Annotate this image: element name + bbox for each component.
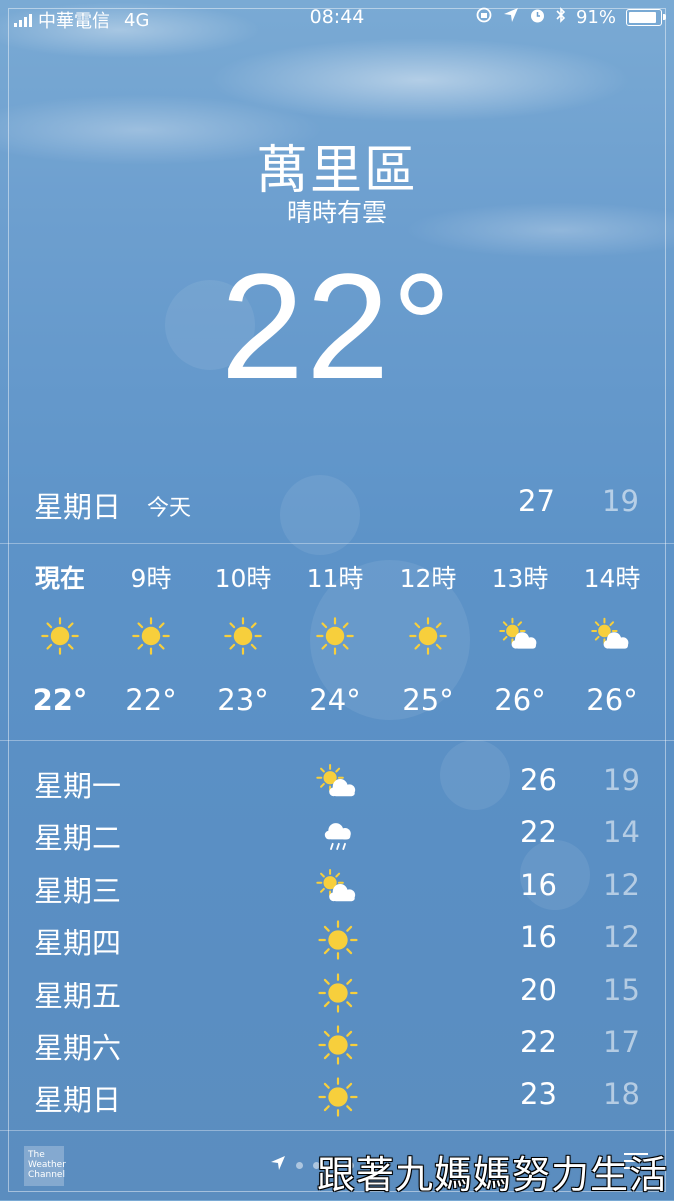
hour-temperature: 25° (402, 683, 454, 717)
day-high: 26 (520, 763, 557, 797)
day-low: 18 (603, 1077, 640, 1112)
battery-percent: 91% (575, 7, 616, 28)
today-day: 星期日 (34, 490, 122, 524)
daily-row: 星期日 23 18 (0, 1069, 674, 1121)
day-name: 星期一 (34, 769, 122, 803)
city-name: 萬里區 (255, 141, 418, 201)
partly-cloudy-icon (316, 761, 360, 801)
sun-icon (289, 615, 381, 655)
day-high: 16 (520, 867, 557, 902)
daily-row: 星期二 22 14 (0, 807, 674, 859)
divider (0, 740, 674, 741)
day-name: 星期六 (34, 1030, 122, 1065)
day-name: 星期日 (34, 1083, 122, 1118)
day-high: 23 (520, 1077, 557, 1112)
sun-icon (105, 615, 197, 655)
day-name: 星期三 (34, 873, 122, 908)
current-temperature: 22° (220, 242, 454, 410)
hourly-forecast[interactable]: 現在 22° 9時 22° 10時 23° 11時 24° 12時 25° 13時 26°… (0, 545, 674, 740)
today-low: 19 (602, 484, 639, 518)
bluetooth-icon (556, 6, 566, 29)
sun-icon (316, 971, 360, 1013)
status-right: 91% (475, 6, 666, 29)
hour-temperature: 22° (32, 683, 88, 717)
alarm-icon (529, 7, 546, 29)
partly-cloudy-icon (474, 615, 566, 655)
daily-forecast[interactable]: 星期一 26 19 星期二 22 14 星期三 16 12 星期四 16 12 星期五 … (0, 755, 674, 1122)
hour-temperature: 26° (494, 683, 546, 717)
day-low: 19 (603, 763, 640, 797)
hour-label: 13時 (491, 564, 549, 593)
sun-icon (316, 918, 360, 960)
battery-icon (626, 9, 666, 26)
daily-row: 星期一 26 19 (0, 755, 674, 807)
hour-label: 9時 (130, 564, 172, 593)
today-summary-row: 星期日 今天 27 19 (0, 478, 674, 528)
divider (0, 543, 674, 544)
partly-cloudy-icon (566, 615, 658, 655)
day-low: 17 (603, 1024, 640, 1059)
bottom-toolbar: The Weather Channel 跟著九媽媽努力生活 (0, 1130, 674, 1201)
day-high: 20 (520, 972, 557, 1007)
day-name: 星期二 (34, 821, 122, 856)
status-bar: 中華電信 4G 08:44 91% (0, 0, 674, 36)
hour-temperature: 26° (586, 683, 638, 717)
location-arrow-icon (270, 1155, 286, 1175)
day-high: 16 (520, 920, 557, 955)
day-name: 星期四 (34, 926, 122, 961)
location-arrow-icon (503, 7, 519, 28)
sun-icon (382, 615, 474, 655)
sun-icon (197, 615, 289, 655)
weather-condition: 晴時有雲 (286, 198, 387, 227)
day-name: 星期五 (34, 978, 122, 1013)
hour-temperature: 24° (309, 683, 361, 717)
day-low: 12 (603, 920, 640, 955)
hour-label: 12時 (399, 564, 457, 593)
daily-row: 星期六 22 17 (0, 1017, 674, 1069)
page-dot (296, 1161, 303, 1169)
hour-label: 10時 (214, 564, 272, 593)
sun-icon (14, 615, 106, 655)
daily-row: 星期五 20 15 (0, 965, 674, 1017)
day-high: 22 (520, 1024, 557, 1059)
partly-cloudy-icon (316, 866, 360, 906)
day-high: 22 (520, 815, 557, 850)
hour-label: 11時 (306, 564, 364, 593)
sun-icon (316, 1023, 360, 1065)
sun-icon (316, 1075, 360, 1117)
today-tag: 今天 (147, 496, 192, 521)
hour-temperature: 22° (125, 683, 177, 717)
daily-row: 星期四 16 12 (0, 912, 674, 964)
weather-channel-logo[interactable]: The Weather Channel (24, 1146, 66, 1186)
day-low: 15 (603, 972, 640, 1007)
watermark-text: 跟著九媽媽努力生活 (316, 1153, 668, 1197)
rotation-lock-icon (475, 6, 493, 29)
day-low: 12 (603, 867, 640, 902)
hour-label: 14時 (583, 564, 641, 593)
daily-row: 星期三 16 12 (0, 860, 674, 912)
day-low: 14 (603, 815, 640, 850)
hour-label: 現在 (34, 564, 85, 593)
rain-cloud-icon (316, 813, 360, 853)
today-high: 27 (518, 484, 555, 518)
hour-temperature: 23° (217, 683, 269, 717)
